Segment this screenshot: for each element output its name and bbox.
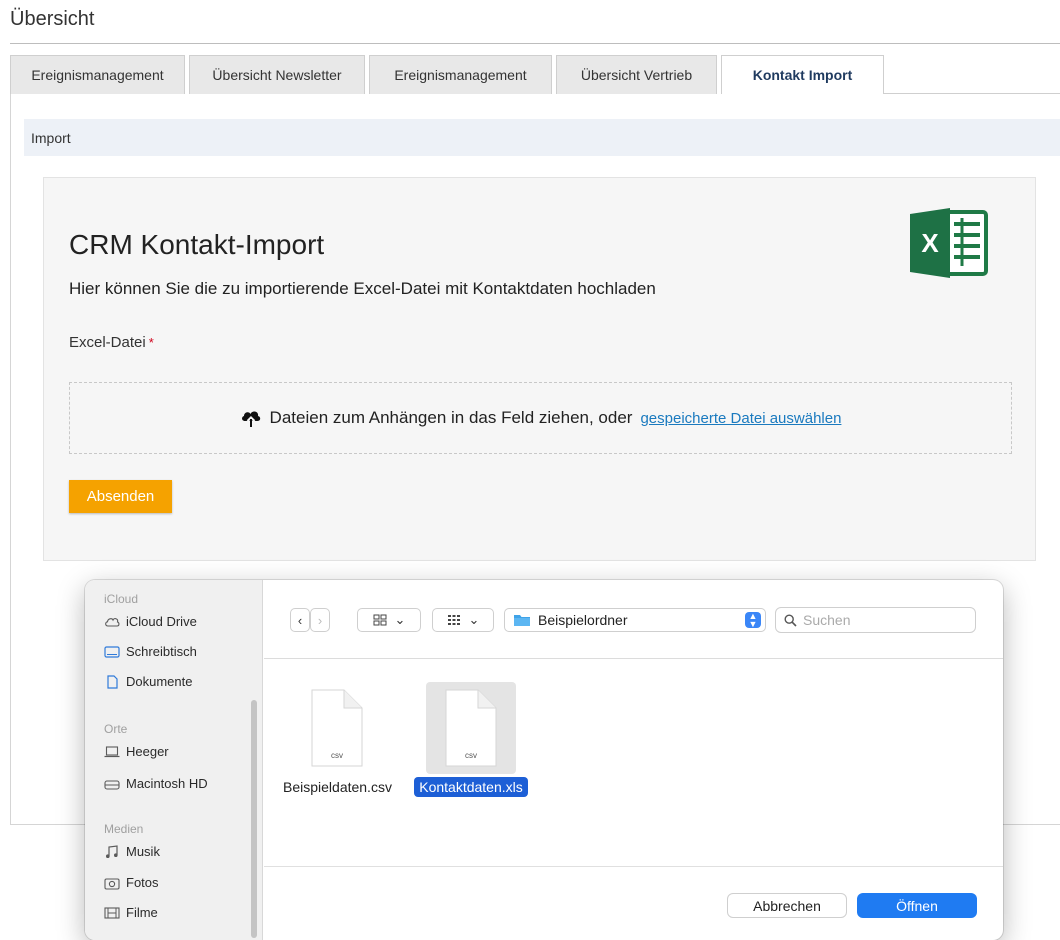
sidebar-scrollbar[interactable] <box>251 700 257 938</box>
tab-divider <box>884 93 1060 94</box>
chevron-down-icon: ⌄ <box>394 612 406 627</box>
group-view-icon <box>447 615 460 625</box>
film-icon <box>104 906 120 919</box>
desktop-icon <box>104 645 120 658</box>
dialog-sidebar: iCloud iCloud Drive Schreibtisch Dokumen… <box>85 580 263 940</box>
folder-icon <box>514 615 530 626</box>
sidebar-item-fotos[interactable]: Fotos <box>104 875 159 890</box>
import-form-card: CRM Kontakt-Import Hier können Sie die z… <box>43 177 1036 561</box>
sidebar-heading-medien: Medien <box>104 822 144 836</box>
choose-saved-file-link[interactable]: gespeicherte Datei auswählen <box>640 410 841 427</box>
music-icon <box>106 844 118 858</box>
csv-file-icon: csv <box>445 689 497 767</box>
file-type-label: csv <box>331 751 343 760</box>
section-header: Import <box>24 119 1060 156</box>
tab-bar: Ereignismanagement Übersicht Newsletter … <box>10 55 884 94</box>
file-open-dialog: iCloud iCloud Drive Schreibtisch Dokumen… <box>85 580 1003 940</box>
required-marker: * <box>148 335 154 350</box>
dropzone-text: Dateien zum Anhängen in das Feld ziehen,… <box>269 408 633 427</box>
search-icon <box>784 613 797 627</box>
search-placeholder: Suchen <box>803 612 851 628</box>
chevron-down-icon: ⌄ <box>468 612 480 627</box>
csv-file-icon: csv <box>311 689 363 767</box>
open-button[interactable]: Öffnen <box>857 893 977 918</box>
sidebar-item-filme[interactable]: Filme <box>104 905 158 920</box>
file-name-selected: Kontaktdaten.xls <box>414 777 528 797</box>
sidebar-item-macintosh-hd[interactable]: Macintosh HD <box>104 776 208 791</box>
folder-name: Beispielordner <box>538 612 628 628</box>
submit-button[interactable]: Absenden <box>69 480 172 513</box>
title-divider <box>10 43 1060 44</box>
tab-ereignismanagement-2[interactable]: Ereignismanagement <box>369 55 552 94</box>
page-title: Übersicht <box>10 8 95 30</box>
sidebar-item-schreibtisch[interactable]: Schreibtisch <box>104 644 197 659</box>
form-title: CRM Kontakt-Import <box>69 229 325 260</box>
dialog-toolbar: ‹ › ⌄ ⌄ Beispielordner ▲ ▼ Suchen <box>264 580 1003 659</box>
tab-ereignismanagement[interactable]: Ereignismanagement <box>10 55 185 94</box>
svg-text:X: X <box>921 228 939 258</box>
cloud-upload-icon <box>241 411 260 427</box>
sidebar-item-icloud-drive[interactable]: iCloud Drive <box>104 614 197 629</box>
tab-kontakt-import[interactable]: Kontakt Import <box>721 55 884 94</box>
form-subtitle: Hier können Sie die zu importierende Exc… <box>69 279 656 298</box>
file-type-label: csv <box>465 751 477 760</box>
up-down-stepper-icon: ▲ ▼ <box>745 612 761 629</box>
file-item-beispieldaten[interactable]: csv Beispieldaten.csv <box>278 682 396 797</box>
tab-uebersicht-newsletter[interactable]: Übersicht Newsletter <box>189 55 365 94</box>
sidebar-item-heeger[interactable]: Heeger <box>104 744 169 759</box>
group-mode-select[interactable]: ⌄ <box>432 608 494 632</box>
grid-view-icon <box>373 614 387 626</box>
document-icon <box>107 674 118 689</box>
dialog-footer-divider <box>264 866 1003 867</box>
camera-icon <box>104 877 120 890</box>
excel-file-label: Excel-Datei * <box>69 334 154 351</box>
folder-location-select[interactable]: Beispielordner ▲ ▼ <box>504 608 766 632</box>
chevron-left-icon: ‹ <box>297 612 303 628</box>
forward-button[interactable]: › <box>310 608 330 632</box>
cloud-icon <box>105 617 120 627</box>
view-mode-select[interactable]: ⌄ <box>357 608 421 632</box>
chevron-right-icon: › <box>317 612 323 628</box>
tab-uebersicht-vertrieb[interactable]: Übersicht Vertrieb <box>556 55 717 94</box>
hard-drive-icon <box>104 779 120 790</box>
laptop-icon <box>104 745 120 757</box>
cancel-button[interactable]: Abbrechen <box>727 893 847 918</box>
back-button[interactable]: ‹ <box>290 608 310 632</box>
sidebar-item-dokumente[interactable]: Dokumente <box>104 674 192 689</box>
excel-logo: X <box>910 208 988 278</box>
search-field[interactable]: Suchen <box>775 607 976 633</box>
sidebar-heading-orte: Orte <box>104 722 128 736</box>
sidebar-item-musik[interactable]: Musik <box>104 844 160 859</box>
file-name: Beispieldaten.csv <box>283 779 392 795</box>
file-item-kontaktdaten[interactable]: csv Kontaktdaten.xls <box>412 682 530 797</box>
sidebar-heading-icloud: iCloud <box>104 592 139 606</box>
section-label: Import <box>31 129 71 146</box>
file-dropzone[interactable]: Dateien zum Anhängen in das Feld ziehen,… <box>69 382 1012 454</box>
